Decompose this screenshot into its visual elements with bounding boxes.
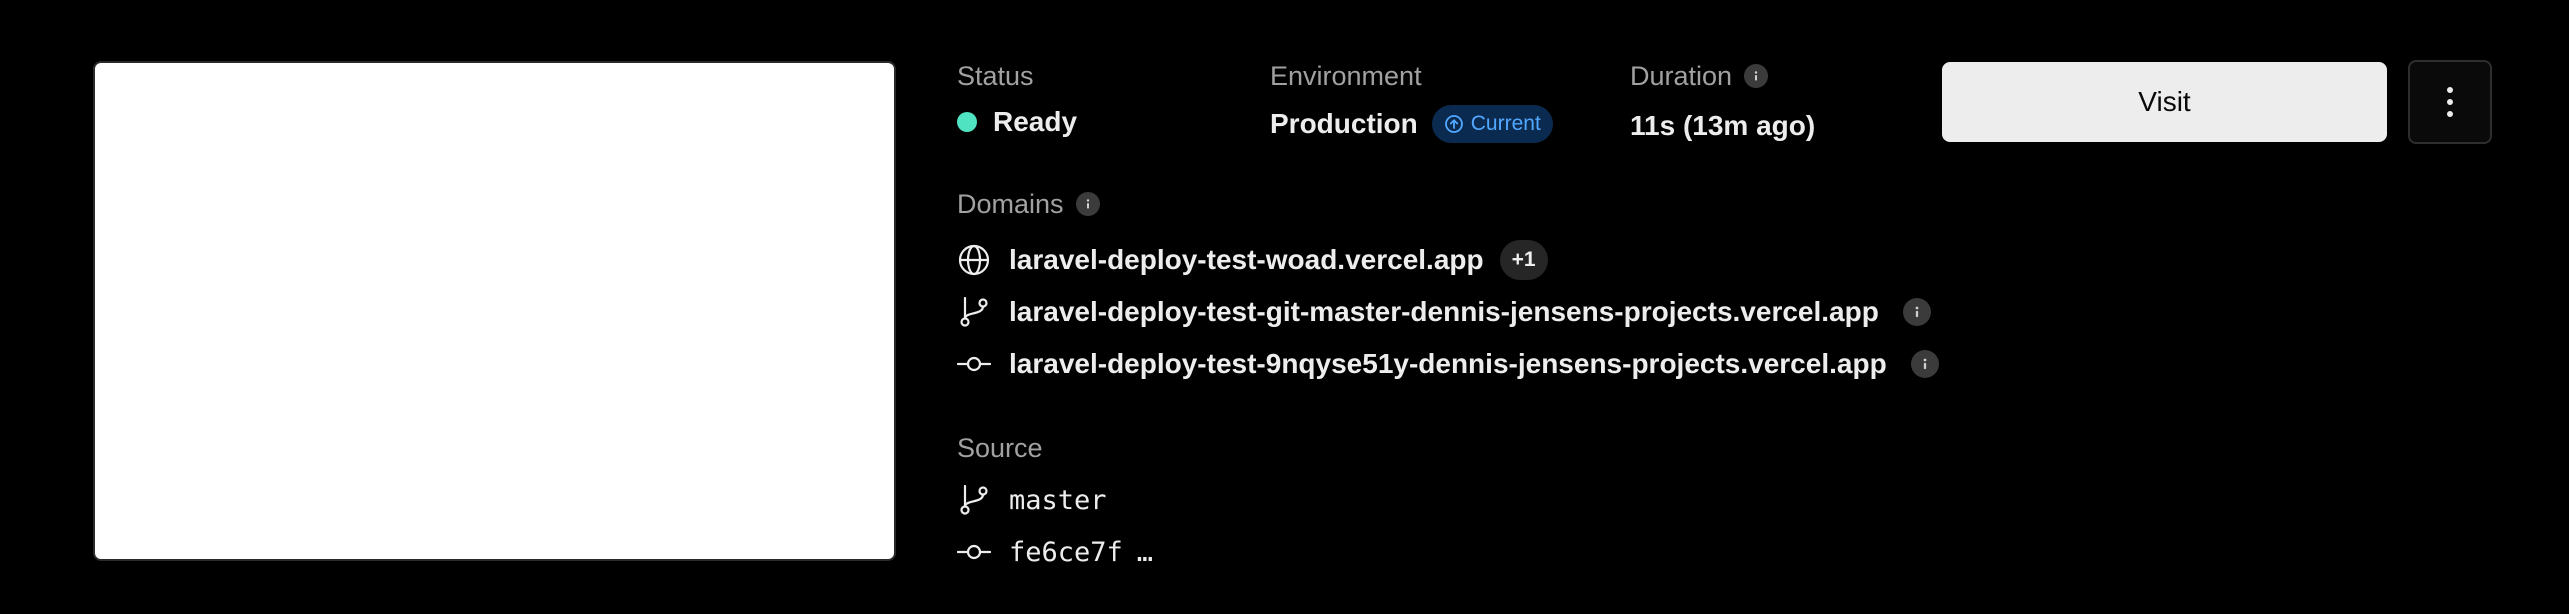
- status-label: Status: [957, 61, 1034, 91]
- globe-icon: [957, 243, 991, 277]
- duration-value: 11s (13m ago): [1630, 110, 1816, 141]
- source-commit-row: fe6ce7f …: [957, 532, 1153, 572]
- domain-row: laravel-deploy-test-woad.vercel.app +1: [957, 240, 1548, 280]
- domain-link[interactable]: laravel-deploy-test-git-master-dennis-je…: [1009, 296, 1879, 328]
- environment-label: Environment: [1270, 61, 1422, 91]
- source-branch-link[interactable]: master: [1009, 485, 1107, 516]
- deployment-preview[interactable]: [93, 61, 896, 561]
- source-commit-link[interactable]: fe6ce7f: [1009, 537, 1123, 568]
- status-value: Ready: [957, 105, 1077, 139]
- git-branch-icon: [957, 295, 991, 329]
- source-branch-row: master: [957, 480, 1107, 520]
- source-label: Source: [957, 433, 1043, 463]
- domain-link[interactable]: laravel-deploy-test-woad.vercel.app: [1009, 244, 1484, 276]
- git-commit-icon: [957, 347, 991, 381]
- domain-row: laravel-deploy-test-git-master-dennis-je…: [957, 292, 1931, 332]
- domain-link[interactable]: laravel-deploy-test-9nqyse51y-dennis-jen…: [1009, 348, 1887, 380]
- visit-button[interactable]: Visit: [1942, 62, 2387, 142]
- arrow-up-circle-icon: [1444, 115, 1463, 133]
- environment-value: Production Current: [1270, 105, 1553, 143]
- status-dot-icon: [957, 112, 977, 132]
- domain-row: laravel-deploy-test-9nqyse51y-dennis-jen…: [957, 344, 1939, 384]
- git-commit-icon: [957, 535, 991, 569]
- domain-info-icon[interactable]: [1902, 298, 1931, 326]
- more-domains-badge[interactable]: +1: [1499, 240, 1548, 280]
- duration-info-icon[interactable]: [1744, 64, 1769, 88]
- duration-label: Duration: [1630, 60, 1769, 92]
- more-vertical-icon: [2447, 87, 2453, 117]
- domains-label: Domains: [957, 188, 1100, 220]
- domain-info-icon[interactable]: [1910, 350, 1939, 378]
- git-branch-icon: [957, 483, 991, 517]
- more-menu-button[interactable]: [2408, 60, 2492, 144]
- domains-info-icon[interactable]: [1075, 192, 1100, 216]
- commit-message-truncated: …: [1136, 536, 1154, 568]
- current-badge: Current: [1431, 105, 1553, 143]
